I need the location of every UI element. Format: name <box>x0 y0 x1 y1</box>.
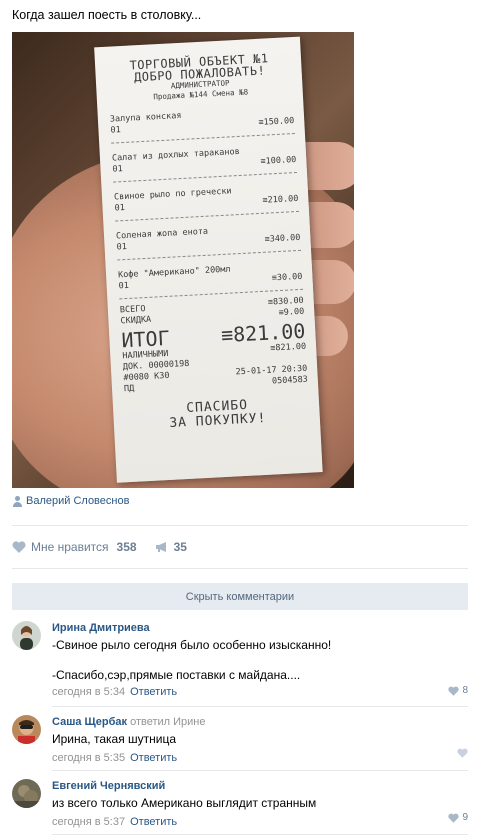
receipt-item-qty: 01 <box>118 280 130 292</box>
receipt-item-price: ≡150.00 <box>258 116 295 128</box>
post-author-name[interactable]: Валерий Словеснов <box>26 495 129 507</box>
divider <box>52 706 468 707</box>
receipt-pd-label: ПД <box>123 383 135 395</box>
receipt-item: Кофе "Американо" 200мл 01 ≡30.00 <box>118 261 303 293</box>
like-button[interactable]: Мне нравится <box>31 540 109 554</box>
divider <box>12 568 468 569</box>
avatar[interactable] <box>12 621 41 650</box>
comment-author[interactable]: Саша Щербак <box>52 716 127 728</box>
receipt-item-price: ≡210.00 <box>262 193 299 206</box>
receipt-item: Соленая жопа енота 01 ≡340.00 <box>116 222 301 254</box>
divider <box>52 834 468 835</box>
heart-icon[interactable] <box>12 541 26 553</box>
heart-icon <box>448 686 460 696</box>
comment-like[interactable]: 8 <box>448 685 468 696</box>
avatar[interactable] <box>12 715 41 744</box>
comment-time[interactable]: сегодня в 5:34 <box>52 686 125 698</box>
receipt-item-qty: 01 <box>112 164 124 175</box>
comment: Саша Щербак ответил Ирине Ирина, такая ш… <box>12 715 468 764</box>
comment: Евгений Чернявский из всего только Амери… <box>12 779 468 828</box>
comment-author[interactable]: Ирина Дмитриева <box>52 621 468 635</box>
receipt-cash: ≡821.00 <box>270 341 307 354</box>
receipt-item: Салат из дохлых тараканов 01 ≡100.00 <box>112 144 297 176</box>
avatar[interactable] <box>12 779 41 808</box>
receipt-item: Залупа конская 01 ≡150.00 <box>110 105 295 137</box>
hide-comments-button[interactable]: Скрыть комментарии <box>12 583 468 610</box>
receipt-discount: ≡9.00 <box>278 306 305 319</box>
comment-text: из всего только Американо выглядит стран… <box>52 796 317 810</box>
receipt-discount-label: СКИДКА <box>120 314 152 327</box>
reply-to[interactable]: ответил Ирине <box>130 716 205 728</box>
person-icon <box>12 495 22 507</box>
comment-like[interactable] <box>457 748 468 758</box>
comment-like[interactable]: 9 <box>448 812 468 823</box>
post-actions: Мне нравится 358 35 <box>12 540 187 554</box>
receipt-item-qty: 01 <box>116 241 128 253</box>
receipt-item-qty: 01 <box>114 203 126 214</box>
receipt-item-qty: 01 <box>110 125 122 136</box>
reply-link[interactable]: Ответить <box>130 816 177 828</box>
like-count[interactable]: 358 <box>117 540 137 554</box>
comment-text: -Спасибо,сэр,прямые поставки с майдана..… <box>52 668 301 682</box>
divider <box>52 770 468 771</box>
receipt-pd: 0504583 <box>271 374 309 387</box>
heart-icon <box>448 813 460 823</box>
comment-time[interactable]: сегодня в 5:37 <box>52 816 125 828</box>
heart-icon <box>457 748 468 758</box>
receipt: ТОРГОВЫЙ ОБЪЕКТ №1 ДОБРО ПОЖАЛОВАТЬ! АДМ… <box>94 36 323 483</box>
post-author[interactable]: Валерий Словеснов <box>12 495 129 507</box>
post-photo[interactable]: ТОРГОВЫЙ ОБЪЕКТ №1 ДОБРО ПОЖАЛОВАТЬ! АДМ… <box>12 32 354 488</box>
comment-text: -Свиное рыло сегодня было особенно изыск… <box>52 638 332 652</box>
comment-time[interactable]: сегодня в 5:35 <box>52 752 125 764</box>
comment-like-count: 9 <box>462 812 468 823</box>
reply-link[interactable]: Ответить <box>130 686 177 698</box>
comment-like-count: 8 <box>462 685 468 696</box>
receipt-total-label: ИТОГ <box>120 325 171 353</box>
receipt-item-price: ≡100.00 <box>260 154 297 167</box>
receipt-item-price: ≡340.00 <box>264 232 301 245</box>
reply-link[interactable]: Ответить <box>130 752 177 764</box>
comment-text: Ирина, такая шутница <box>52 732 177 746</box>
comment-author[interactable]: Евгений Чернявский <box>52 779 468 793</box>
receipt-item-price: ≡30.00 <box>271 271 303 284</box>
receipt-item: Свиное рыло по гречески 01 ≡210.00 <box>114 183 299 215</box>
megaphone-icon[interactable] <box>155 541 169 553</box>
post-text: Когда зашел поесть в столовку... <box>12 8 202 22</box>
comment: Ирина Дмитриева -Свиное рыло сегодня был… <box>12 621 468 699</box>
share-count[interactable]: 35 <box>174 540 187 554</box>
divider <box>12 525 468 526</box>
